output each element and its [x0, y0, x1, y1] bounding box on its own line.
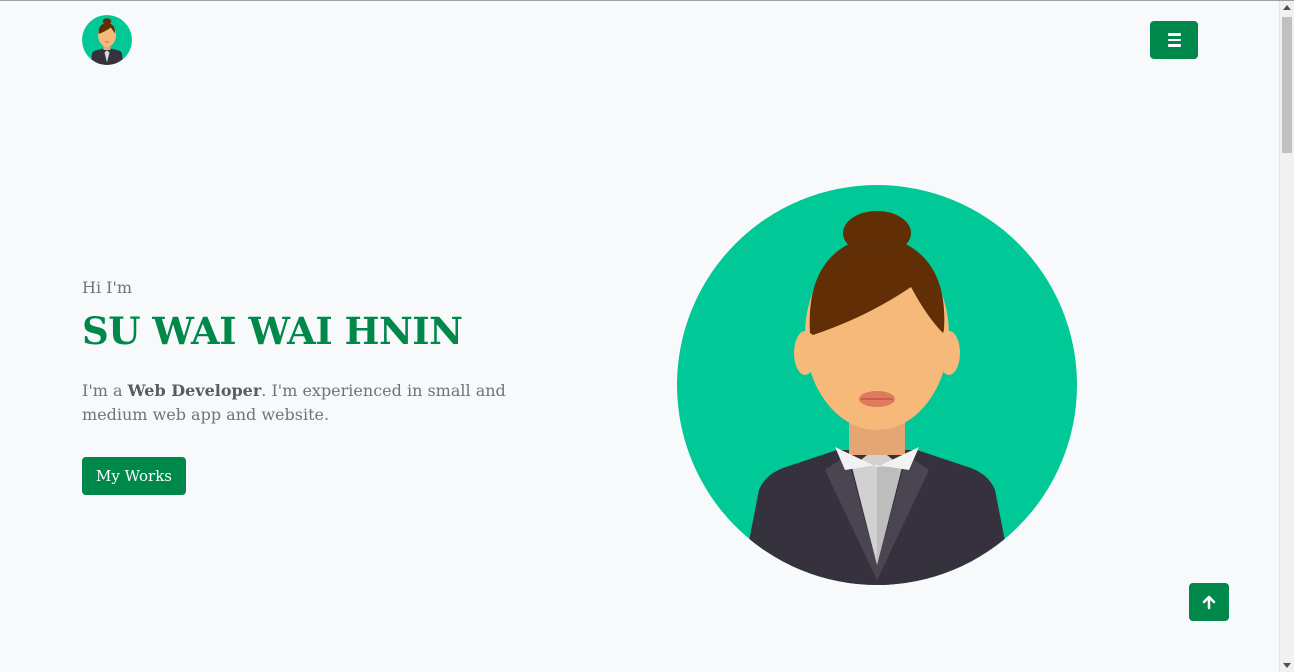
intro-prefix: I'm a [82, 381, 128, 400]
vertical-scrollbar[interactable] [1279, 1, 1294, 672]
intro-role: Web Developer [127, 381, 262, 400]
hero-intro: I'm a Web Developer. I'm experienced in … [82, 379, 522, 427]
scroll-up-icon[interactable] [1283, 5, 1291, 10]
hero-name: SU WAI WAI HNIN [82, 309, 463, 353]
scroll-down-icon[interactable] [1283, 663, 1291, 668]
my-works-button[interactable]: My Works [82, 457, 186, 495]
back-to-top-button[interactable] [1189, 583, 1229, 621]
scrollbar-thumb[interactable] [1282, 17, 1292, 153]
menu-toggle-button[interactable] [1150, 21, 1198, 59]
greeting: Hi I'm [82, 278, 133, 297]
hamburger-menu-icon [1167, 33, 1181, 47]
logo-avatar-icon[interactable] [82, 15, 132, 65]
arrow-up-icon [1202, 595, 1216, 610]
portrait-avatar-icon [677, 185, 1077, 585]
hero-text: Hi I'm SU WAI WAI HNIN I'm a Web Develop… [82, 277, 542, 427]
